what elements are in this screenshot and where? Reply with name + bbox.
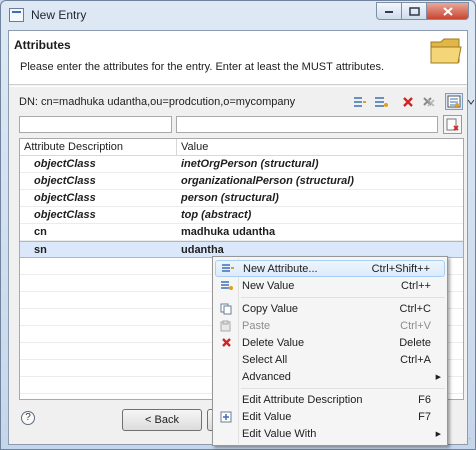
column-header-value[interactable]: Value: [177, 139, 208, 156]
new-value-icon: [215, 278, 237, 294]
title-bar[interactable]: New Entry: [1, 1, 475, 29]
header-separator: [9, 86, 467, 87]
new-attribute-icon: [354, 96, 366, 107]
back-button[interactable]: < Back: [122, 409, 202, 431]
menu-item-copy-value[interactable]: Copy Value Ctrl+C: [215, 300, 445, 317]
new-value-icon: [375, 96, 388, 107]
folder-icon: [430, 38, 462, 64]
submenu-arrow-icon: ▶: [435, 373, 441, 381]
dn-label: DN: cn=madhuka udantha,ou=prodcution,o=m…: [19, 96, 296, 108]
table-row[interactable]: objectClass top (abstract): [20, 207, 463, 224]
chevron-down-icon: [467, 99, 475, 105]
table-header: Attribute Description Value: [20, 139, 463, 156]
attribute-cell: sn: [34, 244, 47, 256]
minimize-icon: [385, 11, 393, 13]
menu-separator: [241, 388, 445, 389]
page-description: Please enter the attributes for the entr…: [20, 61, 384, 73]
paste-icon: [215, 318, 237, 334]
view-menu-dropdown[interactable]: [466, 93, 476, 110]
table-row[interactable]: objectClass inetOrgPerson (structural): [20, 156, 463, 173]
delete-all-tool[interactable]: [420, 93, 438, 110]
delete-tool[interactable]: [399, 93, 417, 110]
maximize-icon: [408, 6, 420, 16]
menu-item-new-value[interactable]: New Value Ctrl++: [215, 277, 445, 294]
menu-separator: [241, 297, 445, 298]
table-row[interactable]: objectClass person (structural): [20, 190, 463, 207]
delete-icon: [403, 96, 413, 107]
menu-item-edit-value[interactable]: Edit Value F7: [215, 408, 445, 425]
close-button[interactable]: [427, 2, 469, 20]
menu-item-delete-value[interactable]: Delete Value Delete: [215, 334, 445, 351]
new-attribute-tool[interactable]: [351, 93, 369, 110]
window-title: New Entry: [31, 8, 87, 22]
window-controls: [376, 2, 469, 20]
column-header-attribute[interactable]: Attribute Description: [20, 139, 177, 156]
attribute-filter-input[interactable]: [19, 116, 172, 133]
table-row[interactable]: cn madhuka udantha: [20, 224, 463, 241]
help-icon[interactable]: ?: [21, 411, 35, 425]
page-title: Attributes: [14, 38, 71, 52]
attribute-cell: objectClass: [34, 158, 96, 170]
value-cell: top (abstract): [181, 209, 252, 221]
value-cell: inetOrgPerson (structural): [181, 158, 319, 170]
clear-filter-icon: [446, 118, 459, 131]
show-operational-tool[interactable]: [445, 93, 463, 110]
attribute-cell: objectClass: [34, 192, 96, 204]
maximize-button[interactable]: [402, 2, 427, 20]
new-attribute-icon: [216, 261, 238, 277]
clear-filter-button[interactable]: [443, 115, 462, 134]
operational-attributes-icon: [447, 95, 461, 108]
attribute-toolbar: [351, 93, 476, 110]
resize-grip-icon[interactable]: ⋰: [463, 437, 473, 447]
new-value-tool[interactable]: [372, 93, 390, 110]
delete-all-icon: [423, 96, 435, 107]
menu-item-new-attribute[interactable]: New Attribute... Ctrl+Shift++: [215, 260, 445, 277]
copy-icon: [215, 301, 237, 317]
attribute-cell: cn: [34, 226, 47, 238]
window-icon: [9, 8, 24, 22]
submenu-arrow-icon: ▶: [435, 430, 441, 438]
delete-icon: [215, 335, 237, 351]
value-filter-input[interactable]: [176, 116, 438, 133]
minimize-button[interactable]: [376, 2, 402, 20]
menu-item-edit-value-with[interactable]: Edit Value With ▶: [215, 425, 445, 442]
menu-item-advanced[interactable]: Advanced ▶: [215, 368, 445, 385]
value-cell: madhuka udantha: [181, 226, 276, 238]
attribute-cell: objectClass: [34, 209, 96, 221]
edit-value-icon: [215, 409, 237, 425]
context-menu: New Attribute... Ctrl+Shift++ New Value …: [212, 256, 448, 446]
value-cell: person (structural): [181, 192, 279, 204]
attribute-cell: objectClass: [34, 175, 96, 187]
wizard-header: Attributes Please enter the attributes f…: [9, 31, 467, 85]
value-cell: organizationalPerson (structural): [181, 175, 354, 187]
menu-item-paste[interactable]: Paste Ctrl+V: [215, 317, 445, 334]
menu-item-edit-attribute-description[interactable]: Edit Attribute Description F6: [215, 391, 445, 408]
close-icon: [442, 6, 453, 16]
menu-item-select-all[interactable]: Select All Ctrl+A: [215, 351, 445, 368]
table-row[interactable]: objectClass organizationalPerson (struct…: [20, 173, 463, 190]
